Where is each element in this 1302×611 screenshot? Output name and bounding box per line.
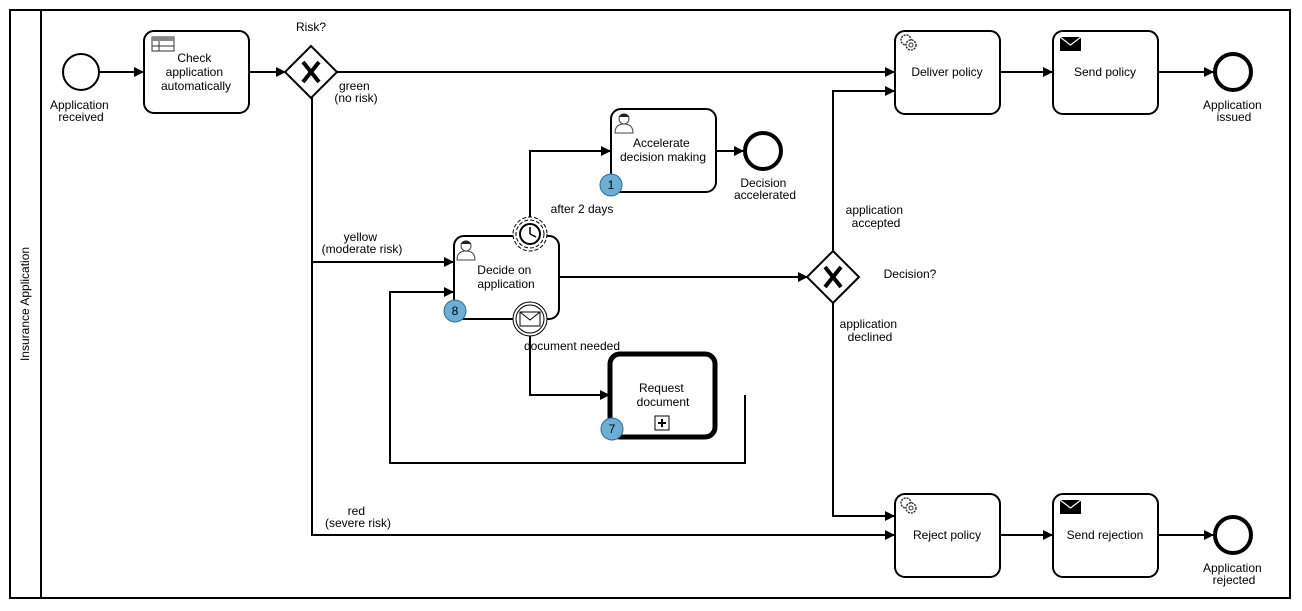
svg-text:Reject policy: Reject policy — [913, 528, 981, 542]
business-rule-icon — [151, 36, 175, 52]
send-envelope-icon — [1059, 499, 1082, 514]
svg-text:Deliver policy: Deliver policy — [911, 65, 982, 79]
boundary-event-timer[interactable] — [512, 216, 548, 252]
instance-count-badge: 7 — [600, 417, 624, 441]
label-accepted: application accepted — [846, 203, 907, 230]
pool-label: Insurance Application — [18, 247, 32, 361]
svg-text:Send policy: Send policy — [1074, 65, 1136, 79]
instance-count-badge: 1 — [599, 173, 623, 197]
label-document-needed: document needed — [524, 339, 620, 353]
label-after-2-days: after 2 days — [551, 202, 614, 216]
svg-text:7: 7 — [609, 422, 616, 436]
task-deliver-policy[interactable]: Deliver policy — [894, 30, 1001, 115]
svg-text:Application received: Application received — [50, 98, 112, 124]
svg-text:Decide on application: Decide on application — [477, 263, 534, 291]
gateway-decision-label: Decision? — [884, 267, 937, 281]
task-reject-policy[interactable]: Reject policy — [894, 493, 1001, 578]
label-green: green (no risk) — [334, 79, 377, 105]
task-request-document[interactable]: Request document 7 — [600, 351, 718, 441]
task-send-policy[interactable]: Send policy — [1052, 30, 1159, 115]
bpmn-diagram: Insurance Application Application receiv… — [9, 9, 1291, 599]
expand-plus-icon[interactable] — [654, 415, 670, 431]
svg-text:Request document: Request document — [637, 381, 690, 409]
envelope-icon — [519, 311, 541, 327]
boundary-event-message[interactable] — [512, 301, 548, 337]
task-send-rejection[interactable]: Send rejection — [1052, 493, 1159, 578]
clock-icon — [519, 223, 541, 245]
task-accelerate-decision[interactable]: Accelerate decision making 1 — [599, 108, 717, 197]
svg-text:8: 8 — [452, 304, 459, 318]
task-check-application[interactable]: Check application automatically — [143, 30, 250, 114]
label-declined: application declined — [840, 317, 901, 344]
send-envelope-icon — [1059, 36, 1082, 51]
svg-text:Send rejection: Send rejection — [1067, 528, 1144, 542]
svg-text:Decision accelerated: Decision accelerated — [734, 176, 796, 202]
svg-text:1: 1 — [608, 178, 615, 192]
gateway-risk-label: Risk? — [296, 20, 326, 34]
instance-count-badge: 8 — [443, 299, 467, 323]
